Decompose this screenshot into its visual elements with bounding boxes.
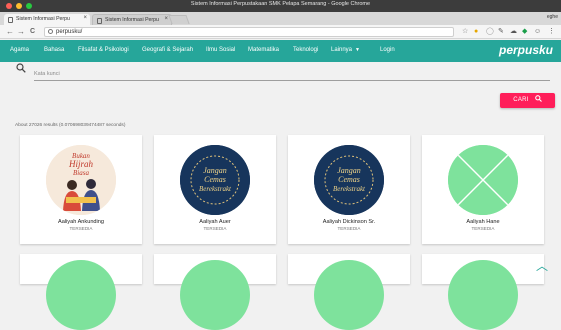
svg-text:Biasa: Biasa: [73, 169, 89, 177]
results-count: About 27026 results (0.070698039474487 s…: [15, 123, 126, 128]
window-titlebar: Sistem Informasi Perpustakaan SMK Pelapa…: [0, 0, 561, 12]
nav-filsafat[interactable]: Filsafat & Psikologi: [78, 47, 129, 53]
window-title: Sistem Informasi Perpustakaan SMK Pelapa…: [190, 1, 371, 7]
book-status: TERSEDIA: [203, 226, 227, 231]
shield-icon[interactable]: ◆: [522, 28, 527, 36]
scroll-to-top-chevron-icon[interactable]: ︿: [536, 260, 548, 272]
book-card[interactable]: Bukan Hijrah Biasa Aaliyah Ankunding TER…: [20, 135, 142, 244]
lightbulb-icon[interactable]: ●: [474, 28, 478, 36]
book-cover-placeholder: [448, 145, 518, 215]
search-icon: [16, 63, 26, 73]
book-cover-placeholder: [314, 260, 384, 330]
pencil-icon[interactable]: ✎: [498, 28, 504, 36]
caret-down-icon: ▼: [355, 47, 360, 53]
browser-tab-active[interactable]: Sistem Informasi Perpu ×: [4, 14, 90, 25]
tab-label: Sistem Informasi Perpu: [105, 17, 159, 23]
nav-lainnya-dropdown[interactable]: Lainnya ▼: [331, 47, 360, 53]
book-title: Aaliyah Auer: [199, 219, 231, 225]
book-cover-placeholder: [180, 260, 250, 330]
bookmark-star-icon[interactable]: ☆: [462, 28, 468, 36]
close-tab-icon[interactable]: ×: [83, 15, 87, 21]
back-arrow-icon[interactable]: ←: [6, 27, 14, 36]
svg-text:Cemas: Cemas: [204, 175, 226, 184]
info-icon[interactable]: [48, 29, 53, 34]
forward-arrow-icon[interactable]: →: [17, 27, 25, 36]
nav-bahasa[interactable]: Bahasa: [44, 47, 64, 53]
site-navbar: Agama Bahasa Filsafat & Psikologi Geogra…: [0, 40, 561, 62]
book-card[interactable]: [288, 254, 410, 330]
close-tab-icon[interactable]: ×: [164, 16, 168, 22]
book-cover-illustration: Jangan Cemas Berekstrakt: [180, 145, 250, 215]
search-input[interactable]: [34, 67, 550, 81]
book-card[interactable]: [154, 254, 276, 330]
svg-text:Berekstrakt: Berekstrakt: [333, 185, 366, 193]
address-bar[interactable]: perpusku/: [44, 27, 454, 37]
book-cover: Jangan Cemas Berekstrakt: [180, 145, 250, 215]
search-button[interactable]: CARI: [500, 93, 555, 108]
menu-icon[interactable]: ⋮: [548, 28, 555, 36]
book-card[interactable]: Aaliyah Hane TERSEDIA: [422, 135, 544, 244]
profile-label[interactable]: eghe: [547, 14, 558, 20]
search-button-label: CARI: [513, 97, 529, 103]
book-cover-illustration: Jangan Cemas Berekstrakt: [314, 145, 384, 215]
search-icon: [534, 95, 542, 102]
page-icon: [97, 18, 102, 24]
book-title: Aaliyah Dickinson Sr.: [322, 219, 376, 225]
placeholder-image-icon: [448, 145, 518, 215]
svg-text:Jangan: Jangan: [337, 166, 361, 175]
nav-ilmu-sosial[interactable]: Ilmu Sosial: [206, 47, 235, 53]
book-cover: Bukan Hijrah Biasa: [46, 145, 116, 215]
browser-tab[interactable]: Sistem Informasi Perpu ×: [92, 14, 172, 25]
book-cover-illustration: Bukan Hijrah Biasa: [46, 145, 116, 215]
brand-logo[interactable]: perpusku: [499, 43, 553, 57]
page-icon: [8, 17, 13, 23]
nav-login[interactable]: Login: [380, 47, 395, 53]
url-text: perpusku/: [56, 29, 83, 35]
book-cover-placeholder: [46, 260, 116, 330]
book-card[interactable]: Jangan Cemas Berekstrakt Aaliyah Dickins…: [288, 135, 410, 244]
tab-label: Sistem Informasi Perpu: [16, 16, 70, 22]
book-card[interactable]: Jangan Cemas Berekstrakt Aaliyah Auer TE…: [154, 135, 276, 244]
nav-geografi[interactable]: Geografi & Sejarah: [142, 47, 193, 53]
book-title: Aaliyah Hane: [466, 219, 500, 225]
book-status: TERSEDIA: [69, 226, 93, 231]
nav-agama[interactable]: Agama: [10, 47, 29, 53]
nav-lainnya-label: Lainnya: [331, 47, 353, 53]
svg-text:Cemas: Cemas: [338, 175, 360, 184]
book-card[interactable]: [20, 254, 142, 330]
book-status: TERSEDIA: [471, 226, 495, 231]
svg-text:Berekstrakt: Berekstrakt: [199, 185, 232, 193]
account-icon[interactable]: ☺: [534, 28, 541, 36]
book-title: Aaliyah Ankunding: [57, 219, 105, 225]
nav-teknologi[interactable]: Teknologi: [293, 47, 318, 53]
svg-text:Hijrah: Hijrah: [68, 159, 94, 169]
book-cover-placeholder: [448, 260, 518, 330]
cloud-icon[interactable]: ☁: [510, 28, 517, 36]
book-status: TERSEDIA: [337, 226, 361, 231]
book-card[interactable]: [422, 254, 544, 330]
tab-strip: Sistem Informasi Perpu × Sistem Informas…: [0, 12, 561, 25]
extension-icon[interactable]: ◯: [486, 28, 494, 36]
browser-toolbar: ← → C perpusku/ ☆ ● ◯ ✎ ☁ ◆ ☺ ⋮: [0, 25, 561, 39]
reload-icon[interactable]: C: [30, 28, 35, 35]
nav-matematika[interactable]: Matematika: [248, 47, 279, 53]
svg-text:Jangan: Jangan: [203, 166, 227, 175]
book-cover: Jangan Cemas Berekstrakt: [314, 145, 384, 215]
new-tab-button[interactable]: [168, 15, 190, 24]
